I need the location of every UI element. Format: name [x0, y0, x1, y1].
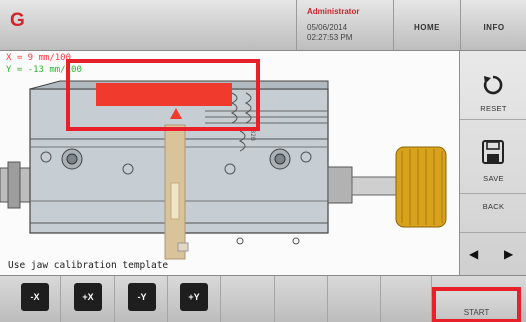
- cutting-machine-screen: G Administrator 05/06/2014 02:27:53 PM H…: [0, 0, 526, 322]
- info-button[interactable]: INFO: [460, 0, 526, 50]
- gold-knob: [395, 146, 447, 228]
- right-connector: [327, 166, 353, 204]
- divider: [380, 276, 381, 322]
- save-icon: [482, 140, 504, 164]
- hole: [236, 237, 244, 245]
- template-pin: [177, 242, 189, 252]
- save-button[interactable]: SAVE: [460, 120, 526, 194]
- instruction-text: Use jaw calibration template: [8, 260, 169, 271]
- top-bar: G Administrator 05/06/2014 02:27:53 PM H…: [0, 0, 526, 51]
- home-button[interactable]: HOME: [393, 0, 460, 50]
- divider: [114, 276, 115, 322]
- jog-plus-x-button[interactable]: +X: [74, 283, 102, 311]
- reset-icon: [483, 75, 503, 95]
- arrow-right-icon[interactable]: ▶: [504, 247, 514, 261]
- bottom-bar: -X +X -Y +Y START: [0, 275, 526, 322]
- save-label: SAVE: [483, 174, 504, 183]
- reset-button[interactable]: RESET: [460, 51, 526, 120]
- date-display: 05/06/2014: [307, 23, 348, 32]
- screw-center: [66, 153, 78, 165]
- hole: [292, 237, 300, 245]
- divider: [327, 276, 328, 322]
- left-shaft-collar: [7, 161, 21, 209]
- divider: [274, 276, 275, 322]
- jog-plus-y-button[interactable]: +Y: [180, 283, 208, 311]
- screw-center: [274, 153, 286, 165]
- brand-logo: G: [10, 10, 25, 31]
- back-button[interactable]: BACK: [460, 194, 526, 233]
- jaw-view-canvas: B2B X = 9 mm/100 Y = -13 mm/100 Use jaw …: [0, 51, 459, 275]
- user-info: Administrator 05/06/2014 02:27:53 PM: [296, 0, 393, 50]
- jog-minus-x-button[interactable]: -X: [21, 283, 49, 311]
- user-name: Administrator: [307, 7, 360, 16]
- template-slot: [170, 182, 180, 220]
- start-button[interactable]: START: [432, 287, 521, 322]
- divider: [60, 276, 61, 322]
- arrow-left-icon[interactable]: ◀: [469, 247, 479, 261]
- x-coordinate-readout: X = 9 mm/100: [6, 53, 72, 63]
- reset-label: RESET: [480, 104, 507, 113]
- right-shaft: [351, 176, 397, 196]
- divider: [220, 276, 221, 322]
- back-label: BACK: [482, 202, 505, 211]
- highlight-annotation-box: [66, 59, 260, 131]
- side-panel: RESET SAVE BACK ◀ ▶: [459, 51, 526, 276]
- jog-minus-y-button[interactable]: -Y: [128, 283, 156, 311]
- divider: [167, 276, 168, 322]
- time-display: 02:27:53 PM: [307, 33, 353, 42]
- nav-arrows: ◀ ▶: [460, 233, 526, 276]
